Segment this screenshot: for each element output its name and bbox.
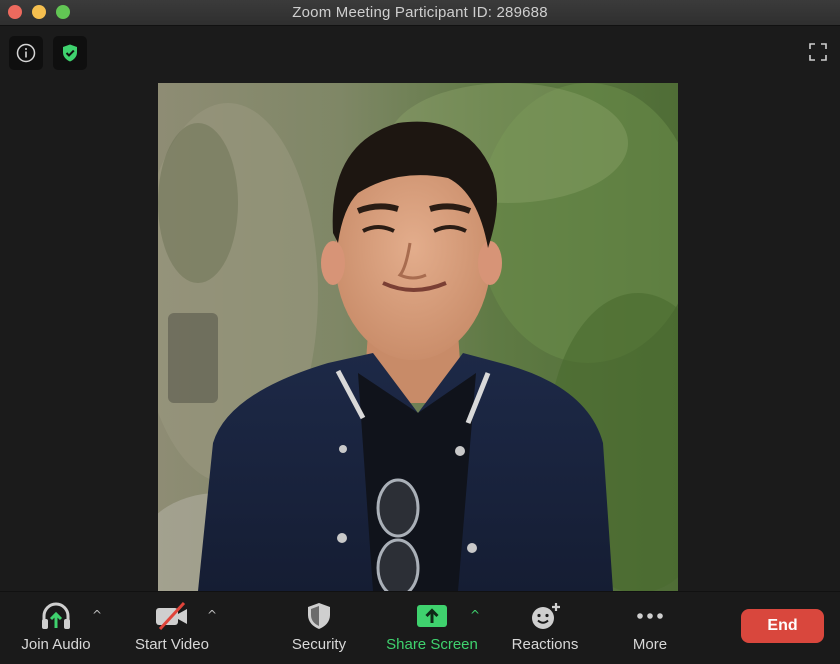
share-screen-label: Share Screen [386, 636, 478, 653]
audio-options-caret[interactable]: ^ [92, 608, 102, 622]
reactions-label: Reactions [511, 636, 579, 653]
security-label: Security [291, 636, 347, 653]
shield-check-icon [63, 44, 77, 62]
more-dots-icon [637, 613, 663, 619]
join-audio-label: Join Audio [21, 636, 91, 653]
video-off-icon [156, 602, 187, 630]
fullscreen-icon[interactable] [808, 42, 828, 62]
end-meeting-button[interactable]: End [741, 609, 824, 643]
reactions-button[interactable]: Reactions [506, 600, 584, 653]
start-video-label: Start Video [135, 636, 209, 653]
emoji-plus-icon [532, 603, 560, 629]
participant-video [158, 83, 678, 591]
share-options-caret[interactable]: ^ [470, 608, 480, 622]
video-options-caret[interactable]: ^ [207, 608, 217, 622]
shield-icon [308, 603, 330, 629]
share-screen-icon [417, 605, 447, 627]
join-audio-button[interactable]: Join Audio [14, 600, 98, 653]
start-video-button[interactable]: Start Video [126, 600, 218, 653]
title-bar: Zoom Meeting Participant ID: 289688 [0, 0, 840, 26]
info-icon [16, 43, 36, 63]
more-button[interactable]: More [622, 600, 678, 653]
meeting-toolbar: Join Audio ^ Start Video ^ Security Shar… [0, 591, 840, 664]
meeting-info-button[interactable] [9, 36, 43, 70]
window-title: Zoom Meeting Participant ID: 289688 [292, 4, 548, 21]
zoom-window: Zoom Meeting Participant ID: 289688 Join… [0, 0, 840, 664]
security-button[interactable]: Security [282, 600, 356, 653]
encryption-button[interactable] [53, 36, 87, 70]
headphones-icon [42, 602, 70, 629]
participant-portrait [158, 83, 678, 591]
more-label: More [632, 636, 668, 653]
